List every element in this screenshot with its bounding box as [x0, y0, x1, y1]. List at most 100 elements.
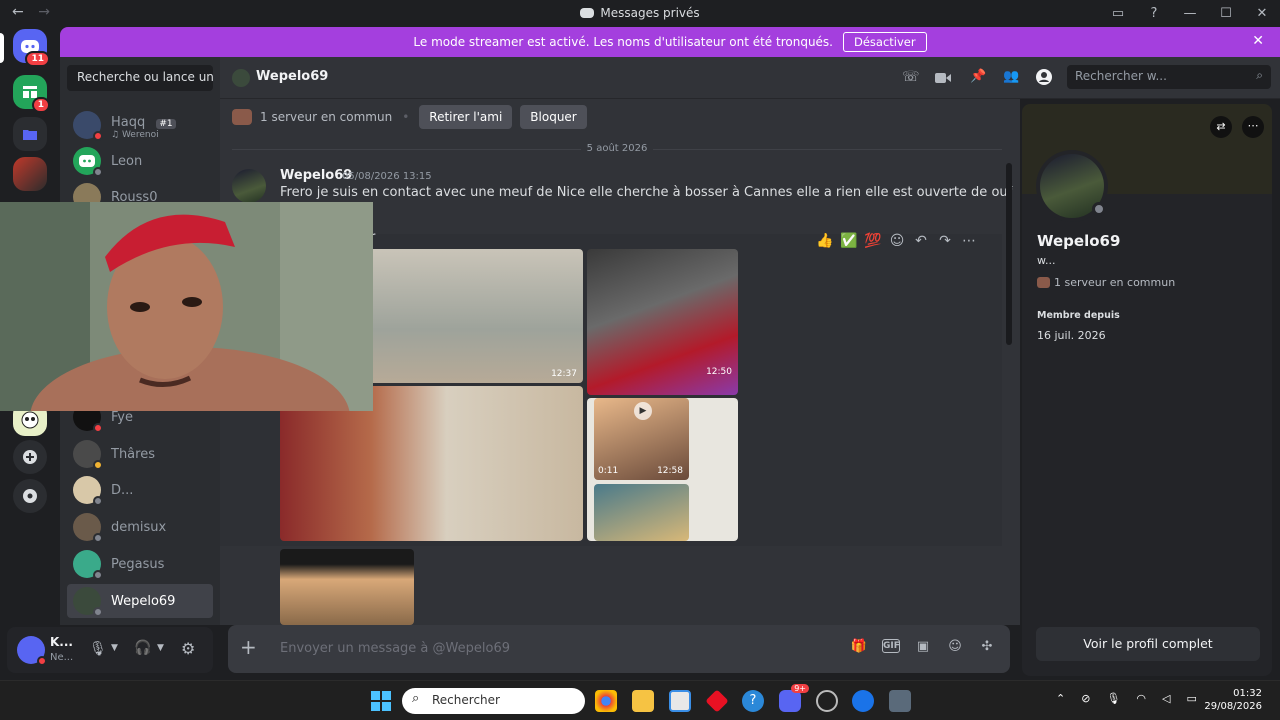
video-camera-icon[interactable] — [935, 69, 951, 85]
emoji-icon[interactable]: ☺ — [946, 639, 964, 657]
add-friend-icon[interactable]: ⇄ — [1210, 116, 1232, 138]
user-status: Ne... — [50, 652, 74, 663]
profile-mutual-servers[interactable]: 1 serveur en commun — [1037, 276, 1175, 289]
image-tile[interactable] — [280, 549, 414, 625]
help-app-icon[interactable]: ? — [742, 690, 764, 712]
gif-icon[interactable]: GIF — [882, 639, 900, 653]
user-profile-icon[interactable] — [1036, 69, 1052, 85]
system-tray: ⌃ ⊘ 🎙 ◠ ◁ ▭ — [1056, 692, 1197, 705]
close-window-button[interactable]: ✕ — [1244, 0, 1280, 27]
server-icon-green[interactable]: 1 — [13, 75, 50, 113]
clock[interactable]: 01:32 29/08/2026 — [1204, 687, 1262, 713]
gear-icon[interactable]: ⚙ — [181, 639, 195, 658]
video-tile[interactable]: 12:50 — [587, 249, 738, 395]
attachment-tile[interactable]: ▶ 0:11 12:58 — [587, 398, 738, 541]
message-timestamp: 05/08/2026 13:15 — [342, 171, 432, 182]
webcam-overlay — [0, 202, 373, 411]
avatar — [232, 69, 250, 87]
apps-icon[interactable]: ✣ — [978, 639, 996, 657]
sticker-icon[interactable]: ▣ — [914, 639, 932, 657]
add-reaction-icon[interactable]: ☺ — [888, 233, 906, 249]
dm-item-wepelo69[interactable]: Wepelo69 — [67, 584, 213, 618]
discord-logo-icon — [79, 155, 95, 167]
reply-icon[interactable]: ↶ — [912, 233, 930, 249]
block-button[interactable]: Bloquer — [520, 105, 587, 129]
avatar — [73, 476, 103, 506]
microphone-icon[interactable]: 🎙 — [89, 641, 107, 657]
close-banner-icon[interactable]: ✕ — [1252, 33, 1264, 49]
headphones-icon[interactable]: 🎧 — [134, 640, 151, 656]
window-title: Messages privés — [0, 6, 1280, 20]
remove-friend-button[interactable]: Retirer l'ami — [419, 105, 513, 129]
app-red-icon[interactable] — [705, 689, 729, 713]
chat-search-input[interactable]: Rechercher w... ⌕ — [1067, 65, 1271, 89]
deactivate-button[interactable]: Désactiver — [843, 32, 927, 52]
dm-item-demisux[interactable]: demisux — [67, 510, 213, 544]
date-separator: 5 août 2026 — [232, 143, 1002, 155]
message-text: Frero je suis en contact avec une meuf d… — [280, 185, 1013, 200]
help-icon[interactable]: ? — [1136, 0, 1172, 27]
mutual-servers[interactable]: 1 serveur en commun — [260, 110, 392, 124]
chevron-down-icon[interactable]: ▼ — [157, 643, 164, 653]
add-attachment-icon[interactable]: + — [240, 637, 257, 657]
app-blue-icon[interactable] — [852, 690, 874, 712]
message-input[interactable]: Envoyer un message à @Wepelo69 — [280, 641, 510, 656]
dm-item-thares[interactable]: Thâres — [67, 437, 213, 471]
home-button[interactable]: 11 — [13, 29, 50, 67]
taskbar-search[interactable]: ⌕ Rechercher — [402, 688, 585, 714]
wifi-icon[interactable]: ◠ — [1136, 692, 1146, 705]
inbox-icon[interactable]: ▭ — [1100, 0, 1136, 27]
profile-name: Wepelo69 — [1037, 232, 1121, 250]
user-avatar[interactable] — [17, 636, 47, 666]
profile-avatar[interactable] — [1036, 150, 1108, 222]
obs-icon[interactable] — [816, 690, 838, 712]
avatar — [73, 111, 103, 141]
chat-scrollbar[interactable] — [1006, 163, 1012, 345]
dm-search-button[interactable]: Recherche ou lance un... — [67, 65, 213, 91]
folder-button[interactable] — [13, 117, 47, 151]
chat-header: Wepelo69 ☏ 📌 👥 Rechercher w... ⌕ — [220, 57, 1280, 99]
file-explorer-icon[interactable] — [632, 690, 654, 712]
windows-start-icon[interactable] — [371, 691, 391, 711]
video-duration: 12:37 — [551, 369, 577, 379]
forward-icon[interactable]: ↷ — [936, 233, 954, 249]
phone-icon[interactable]: ☏ — [902, 69, 920, 85]
discord-taskbar-icon[interactable]: 9+ — [779, 684, 809, 712]
user-name: K... — [50, 635, 73, 649]
discover-button[interactable] — [13, 479, 47, 513]
minimize-button[interactable]: — — [1172, 0, 1208, 27]
server-avatar[interactable] — [13, 157, 47, 191]
message-avatar[interactable] — [232, 169, 266, 203]
volume-icon[interactable]: ◁ — [1162, 692, 1170, 705]
server-mini-icon — [232, 109, 252, 125]
chevron-up-icon[interactable]: ⌃ — [1056, 692, 1065, 705]
pin-icon[interactable]: 📌 — [970, 69, 986, 85]
dm-item-leon[interactable]: Leon — [67, 144, 213, 178]
dm-item-pegasus[interactable]: Pegasus — [67, 547, 213, 581]
microphone-icon[interactable]: 🎙 — [1106, 692, 1120, 705]
window-controls: ▭ ? — ☐ ✕ — [1100, 0, 1280, 27]
chrome-icon[interactable] — [595, 690, 617, 712]
gift-icon[interactable]: 🎁 — [850, 639, 868, 657]
more-icon[interactable]: ⋯ — [960, 233, 978, 249]
reaction-100[interactable]: 💯 — [864, 233, 882, 249]
message-toolbar: 👍 ✅ 💯 ☺ ↶ ↷ ⋯ — [816, 227, 978, 255]
panda-icon — [21, 411, 39, 429]
reaction-thumbs-up[interactable]: 👍 — [816, 233, 834, 249]
muted-icon[interactable]: ⊘ — [1081, 692, 1090, 705]
avatar — [73, 147, 103, 177]
maximize-button[interactable]: ☐ — [1208, 0, 1244, 27]
dm-name: Haqq — [111, 114, 146, 130]
add-friend-icon[interactable]: 👥 — [1003, 69, 1019, 85]
chevron-down-icon[interactable]: ▼ — [111, 643, 118, 653]
store-icon[interactable] — [669, 690, 691, 712]
view-full-profile-button[interactable]: Voir le profil complet — [1036, 627, 1260, 661]
more-icon[interactable]: ⋯ — [1242, 116, 1264, 138]
dm-item-haqq[interactable]: Haqq #1 ♫ Werenoi — [67, 107, 213, 143]
add-server-button[interactable] — [13, 440, 47, 474]
calculator-icon[interactable] — [889, 690, 911, 712]
reaction-check[interactable]: ✅ — [840, 233, 858, 249]
battery-icon[interactable]: ▭ — [1186, 692, 1196, 705]
play-icon[interactable]: ▶ — [634, 402, 652, 420]
dm-item-d[interactable]: D... — [67, 473, 213, 507]
